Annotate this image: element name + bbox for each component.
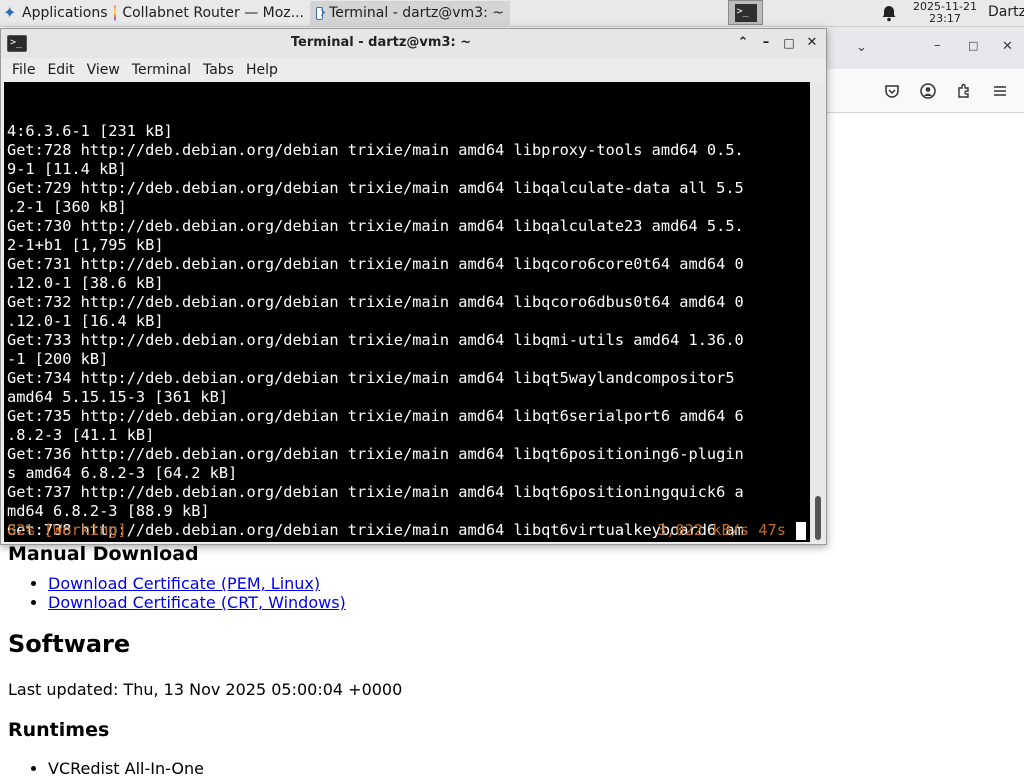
window-title: Terminal - dartz@vm3: ~	[290, 35, 472, 50]
terminal-output[interactable]: 4:6.3.6-1 [231 kB] Get:728 http://deb.deb…	[4, 82, 810, 542]
menu-file[interactable]: File	[1, 62, 41, 78]
terminal-line: Get:734 http://deb.debian.org/debian tri…	[7, 369, 735, 387]
list-item: Download Certificate (PEM, Linux)	[48, 574, 346, 593]
menu-icon[interactable]	[992, 83, 1008, 99]
minimize-button[interactable]: –	[934, 38, 941, 53]
terminal-line: Get:735 http://deb.debian.org/debian tri…	[7, 407, 744, 425]
clock[interactable]: 2025-11-21 23:17	[906, 1, 984, 25]
maximize-button[interactable]: □	[968, 39, 978, 52]
user-menu[interactable]: Dartz	[988, 4, 1024, 20]
apt-progress-status: 82% [Working]	[7, 521, 127, 539]
notification-bell-icon[interactable]	[880, 4, 898, 22]
manual-download-heading: Manual Download	[8, 543, 199, 565]
shade-button[interactable]: ⌃	[735, 35, 751, 51]
terminal-line: s amd64 6.8.2-3 [64.2 kB]	[7, 464, 238, 482]
software-heading: Software	[8, 630, 131, 658]
top-panel: Applications Collabnet Router — Moz... T…	[0, 0, 1024, 27]
terminal-title-bar[interactable]: >_ Terminal - dartz@vm3: ~ ⌃ – □ ✕	[1, 29, 826, 58]
terminal-line: 4:6.3.6-1 [231 kB]	[7, 122, 173, 140]
terminal-lines: 4:6.3.6-1 [231 kB] Get:728 http://deb.deb…	[7, 122, 810, 542]
scrollbar-thumb[interactable]	[815, 496, 821, 540]
close-button[interactable]: ✕	[1002, 39, 1013, 54]
terminal-line: d64 6.8.2+dfsg-3 [161 kB]	[7, 540, 810, 542]
terminal-scrollbar[interactable]	[810, 82, 826, 542]
terminal-line: amd64 5.15.15-3 [361 kB]	[7, 388, 229, 406]
menu-edit[interactable]: Edit	[41, 62, 80, 78]
terminal-window: >_ Terminal - dartz@vm3: ~ ⌃ – □ ✕ File …	[0, 28, 827, 545]
tab-list-chevron-icon[interactable]: ⌄	[856, 40, 867, 55]
terminal-icon	[316, 6, 324, 20]
maximize-button[interactable]: □	[781, 35, 797, 51]
applications-menu[interactable]: Applications	[0, 0, 108, 26]
account-icon[interactable]	[920, 83, 936, 99]
extensions-icon[interactable]	[956, 83, 972, 99]
taskbar-item-label: Terminal - dartz@vm3: ~	[329, 5, 504, 21]
runtimes-list: VCRedist All-In-One	[48, 759, 204, 778]
taskbar-item-terminal[interactable]: Terminal - dartz@vm3: ~	[310, 1, 510, 25]
applications-icon	[3, 3, 18, 22]
terminal-line: md64 6.8.2-3 [88.9 kB]	[7, 502, 210, 520]
menu-view[interactable]: View	[81, 62, 126, 78]
menu-help[interactable]: Help	[240, 62, 284, 78]
terminal-line: Get:736 http://deb.debian.org/debian tri…	[7, 445, 744, 463]
firefox-toolbar	[826, 69, 1024, 113]
terminal-line: Get:729 http://deb.debian.org/debian tri…	[7, 179, 744, 197]
terminal-line: Get:737 http://deb.debian.org/debian tri…	[7, 483, 744, 501]
firefox-icon	[114, 5, 117, 21]
download-pem-link[interactable]: Download Certificate (PEM, Linux)	[48, 574, 320, 593]
workspace-switcher[interactable]: >_	[728, 0, 763, 25]
terminal-line: Get:733 http://deb.debian.org/debian tri…	[7, 331, 744, 349]
text-cursor	[796, 522, 806, 540]
terminal-line: -1 [200 kB]	[7, 350, 109, 368]
last-updated-text: Last updated: Thu, 13 Nov 2025 05:00:04 …	[8, 680, 403, 699]
terminal-line: Get:728 http://deb.debian.org/debian tri…	[7, 141, 744, 159]
menu-tabs[interactable]: Tabs	[197, 62, 240, 78]
pocket-icon[interactable]	[884, 83, 900, 99]
apt-download-rate: 3,022 kB/s 47s	[657, 521, 786, 539]
list-item: Download Certificate (CRT, Windows)	[48, 593, 346, 612]
terminal-line: .12.0-1 [38.6 kB]	[7, 274, 164, 292]
workspace-thumbnail: >_	[734, 3, 757, 22]
terminal-line: Get:730 http://deb.debian.org/debian tri…	[7, 217, 744, 235]
terminal-line: .2-1 [360 kB]	[7, 198, 127, 216]
terminal-line: Get:732 http://deb.debian.org/debian tri…	[7, 293, 744, 311]
download-links-list: Download Certificate (PEM, Linux) Downlo…	[48, 574, 346, 612]
terminal-line: 9-1 [11.4 kB]	[7, 160, 127, 178]
close-button[interactable]: ✕	[804, 35, 820, 51]
runtimes-heading: Runtimes	[8, 719, 110, 741]
applications-label: Applications	[22, 5, 108, 21]
download-crt-link[interactable]: Download Certificate (CRT, Windows)	[48, 593, 346, 612]
terminal-line: .8.2-3 [41.1 kB]	[7, 426, 155, 444]
clock-time: 23:17	[929, 12, 961, 25]
minimize-button[interactable]: –	[758, 35, 774, 51]
taskbar-item-firefox[interactable]: Collabnet Router — Moz...	[108, 1, 310, 25]
terminal-line: Get:731 http://deb.debian.org/debian tri…	[7, 255, 744, 273]
menu-terminal[interactable]: Terminal	[126, 62, 197, 78]
list-item: VCRedist All-In-One	[48, 759, 204, 778]
taskbar-item-label: Collabnet Router — Moz...	[122, 5, 304, 21]
terminal-menubar: File Edit View Terminal Tabs Help	[1, 58, 826, 82]
firefox-tab-bar: ⌄ – □ ✕	[826, 27, 1024, 69]
terminal-line: .12.0-1 [16.4 kB]	[7, 312, 164, 330]
terminal-line: 2-1+b1 [1,795 kB]	[7, 236, 164, 254]
